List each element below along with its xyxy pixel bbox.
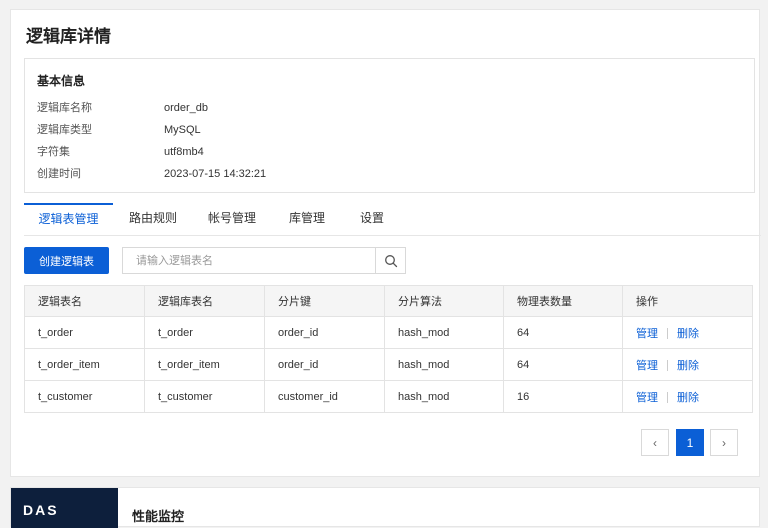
- page-title: 逻辑库详情: [26, 27, 111, 46]
- cell-shard-algorithm: hash_mod: [384, 380, 504, 413]
- cell-db-table: t_order_item: [144, 348, 265, 381]
- column-header: 逻辑库表名: [144, 285, 265, 317]
- performance-monitor-card[interactable]: DAS 性能监控: [10, 487, 760, 528]
- column-header: 分片键: [264, 285, 385, 317]
- cell-shard-algorithm: hash_mod: [384, 348, 504, 381]
- chevron-left-icon: ‹: [653, 435, 657, 450]
- cell-db-table: t_customer: [144, 380, 265, 413]
- column-header: 物理表数量: [503, 285, 623, 317]
- cell-actions: 管理 删除: [622, 316, 753, 349]
- search-icon: [384, 254, 397, 267]
- info-value: MySQL: [164, 124, 201, 136]
- action-divider: [667, 392, 668, 404]
- chevron-right-icon: ›: [722, 435, 726, 450]
- card-title: 性能监控: [132, 509, 185, 524]
- create-logical-table-button[interactable]: 创建逻辑表: [24, 247, 109, 274]
- cell-shard-key: order_id: [264, 316, 385, 349]
- info-label: 创建时间: [37, 168, 81, 180]
- cell-physical-count: 16: [503, 380, 623, 413]
- tab-accounts[interactable]: 帐号管理: [204, 203, 260, 235]
- cell-db-table: t_order: [144, 316, 265, 349]
- next-page-button[interactable]: ›: [710, 429, 738, 456]
- info-value: utf8mb4: [164, 146, 204, 158]
- prev-page-button[interactable]: ‹: [641, 429, 669, 456]
- cell-shard-key: order_id: [264, 348, 385, 381]
- page-number-button[interactable]: 1: [676, 429, 704, 456]
- search-input[interactable]: [123, 248, 373, 273]
- table-row: t_order t_order order_id hash_mod 64 管理 删…: [24, 316, 753, 349]
- cell-actions: 管理 删除: [622, 380, 753, 413]
- search-button[interactable]: [375, 247, 406, 274]
- column-header: 分片算法: [384, 285, 504, 317]
- cell-shard-algorithm: hash_mod: [384, 316, 504, 349]
- detail-card: 逻辑库详情 基本信息 逻辑库名称 order_db 逻辑库类型 MySQL 字符…: [10, 9, 761, 477]
- info-label: 字符集: [37, 146, 70, 158]
- tab-routing-rules[interactable]: 路由规则: [125, 203, 181, 235]
- table-row: t_order_item t_order_item order_id hash_…: [24, 348, 753, 381]
- basic-info-heading: 基本信息: [37, 74, 86, 88]
- delete-link[interactable]: 删除: [677, 360, 699, 372]
- manage-link[interactable]: 管理: [636, 328, 658, 340]
- manage-link[interactable]: 管理: [636, 392, 658, 404]
- logical-table-list: 逻辑表名 逻辑库表名 分片键 分片算法 物理表数量 操作 t_order t_o…: [24, 285, 753, 413]
- cell-shard-key: customer_id: [264, 380, 385, 413]
- manage-link[interactable]: 管理: [636, 360, 658, 372]
- column-header: 操作: [622, 285, 753, 317]
- tab-logical-tables[interactable]: 逻辑表管理: [24, 203, 113, 235]
- column-header: 逻辑表名: [24, 285, 145, 317]
- tab-settings[interactable]: 设置: [356, 203, 388, 235]
- tab-bar: 逻辑表管理 路由规则 帐号管理 库管理 设置: [24, 203, 761, 236]
- action-divider: [667, 328, 668, 340]
- info-label: 逻辑库类型: [37, 124, 92, 136]
- das-logo: DAS: [11, 488, 118, 528]
- table-header-row: 逻辑表名 逻辑库表名 分片键 分片算法 物理表数量 操作: [24, 285, 753, 317]
- delete-link[interactable]: 删除: [677, 392, 699, 404]
- cell-logical-name: t_customer: [24, 380, 145, 413]
- delete-link[interactable]: 删除: [677, 328, 699, 340]
- search-box: [122, 247, 376, 274]
- action-divider: [667, 360, 668, 372]
- table-row: t_customer t_customer customer_id hash_m…: [24, 380, 753, 413]
- cell-physical-count: 64: [503, 316, 623, 349]
- cell-physical-count: 64: [503, 348, 623, 381]
- info-value: order_db: [164, 102, 209, 114]
- basic-info-panel: 基本信息 逻辑库名称 order_db 逻辑库类型 MySQL 字符集 utf8…: [24, 58, 755, 193]
- cell-logical-name: t_order_item: [24, 348, 145, 381]
- cell-logical-name: t_order: [24, 316, 145, 349]
- cell-actions: 管理 删除: [622, 348, 753, 381]
- tab-databases[interactable]: 库管理: [285, 203, 329, 235]
- info-value: 2023-07-15 14:32:21: [164, 168, 267, 180]
- das-logo-text: DAS: [23, 502, 59, 518]
- info-label: 逻辑库名称: [37, 102, 92, 114]
